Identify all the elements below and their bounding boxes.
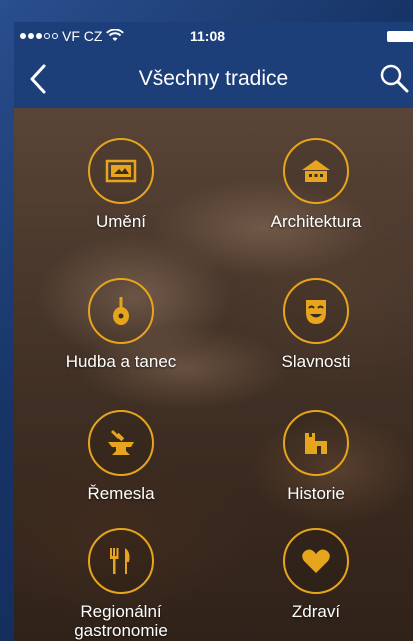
status-left: VF CZ [20, 28, 125, 44]
search-button[interactable] [377, 62, 411, 96]
category-label: Regionální gastronomie [74, 602, 168, 640]
mask-icon [306, 300, 326, 324]
category-label: Slavnosti [281, 352, 351, 371]
painting-icon [105, 159, 137, 183]
category-label: Historie [287, 484, 345, 503]
category-label: Architektura [270, 212, 362, 231]
category-historie[interactable]: Historie [236, 410, 396, 503]
category-label: Zdraví [291, 602, 341, 621]
castle-icon [305, 433, 327, 454]
carrier-label: VF CZ [62, 28, 103, 44]
category-label: Řemesla [87, 484, 155, 503]
category-architektura[interactable]: Architektura [236, 138, 396, 231]
battery-icon [387, 31, 413, 42]
lute-icon [113, 297, 129, 325]
status-bar: VF CZ 11:08 [14, 22, 413, 50]
signal-strength-icon [20, 33, 58, 39]
fork-knife-icon [110, 548, 130, 574]
navigation-bar: Všechny tradice [14, 50, 413, 108]
category-umeni[interactable]: Umění [41, 138, 201, 231]
category-remesla[interactable]: Řemesla [41, 410, 201, 503]
search-icon [380, 64, 409, 93]
page-title: Všechny tradice [138, 67, 289, 90]
wifi-icon [106, 29, 125, 41]
category-zdravi[interactable]: Zdraví [236, 528, 396, 621]
phone-screen: VF CZ 11:08 Všechny tradice Umění Archit… [14, 22, 413, 641]
category-label: Umění [95, 212, 147, 231]
status-time: 11:08 [190, 28, 226, 44]
anvil-icon [108, 430, 134, 455]
category-label: Hudba a tanec [65, 352, 177, 371]
heart-icon [302, 549, 330, 573]
category-hudba-a-tanec[interactable]: Hudba a tanec [41, 278, 201, 371]
category-regionalni-gastronomie[interactable]: Regionální gastronomie [41, 528, 201, 640]
house-icon [302, 160, 330, 182]
category-slavnosti[interactable]: Slavnosti [236, 278, 396, 371]
category-grid: Umění Architektura Hudba a tanec Slavnos… [14, 108, 413, 641]
